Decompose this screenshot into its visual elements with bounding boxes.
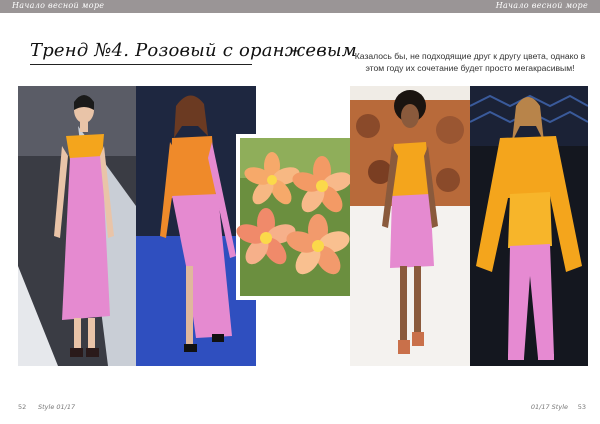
footer-magazine-left: Style 01/17 xyxy=(38,403,76,411)
header-band: Начало весной море Начало весной море xyxy=(0,0,600,13)
footer-page-right: 53 xyxy=(577,403,586,411)
page-title: Тренд №4. Розовый с оранжевым xyxy=(30,40,357,61)
footer-page-left: 52 xyxy=(18,403,27,411)
header-right-text: Начало весной море xyxy=(495,1,588,10)
footer-magazine-right: 01/17 Style xyxy=(530,403,568,411)
title-underline xyxy=(30,64,252,65)
plumeria-flowers-photo xyxy=(236,134,362,300)
runway-photo-yellow-blouse xyxy=(470,86,588,366)
article-description: Казалось бы, не подходящие друг к другу … xyxy=(354,51,586,73)
runway-photo-orange-cami xyxy=(350,86,470,366)
header-left-text: Начало весной море xyxy=(12,1,105,10)
runway-photo-pink-dress xyxy=(18,86,136,366)
